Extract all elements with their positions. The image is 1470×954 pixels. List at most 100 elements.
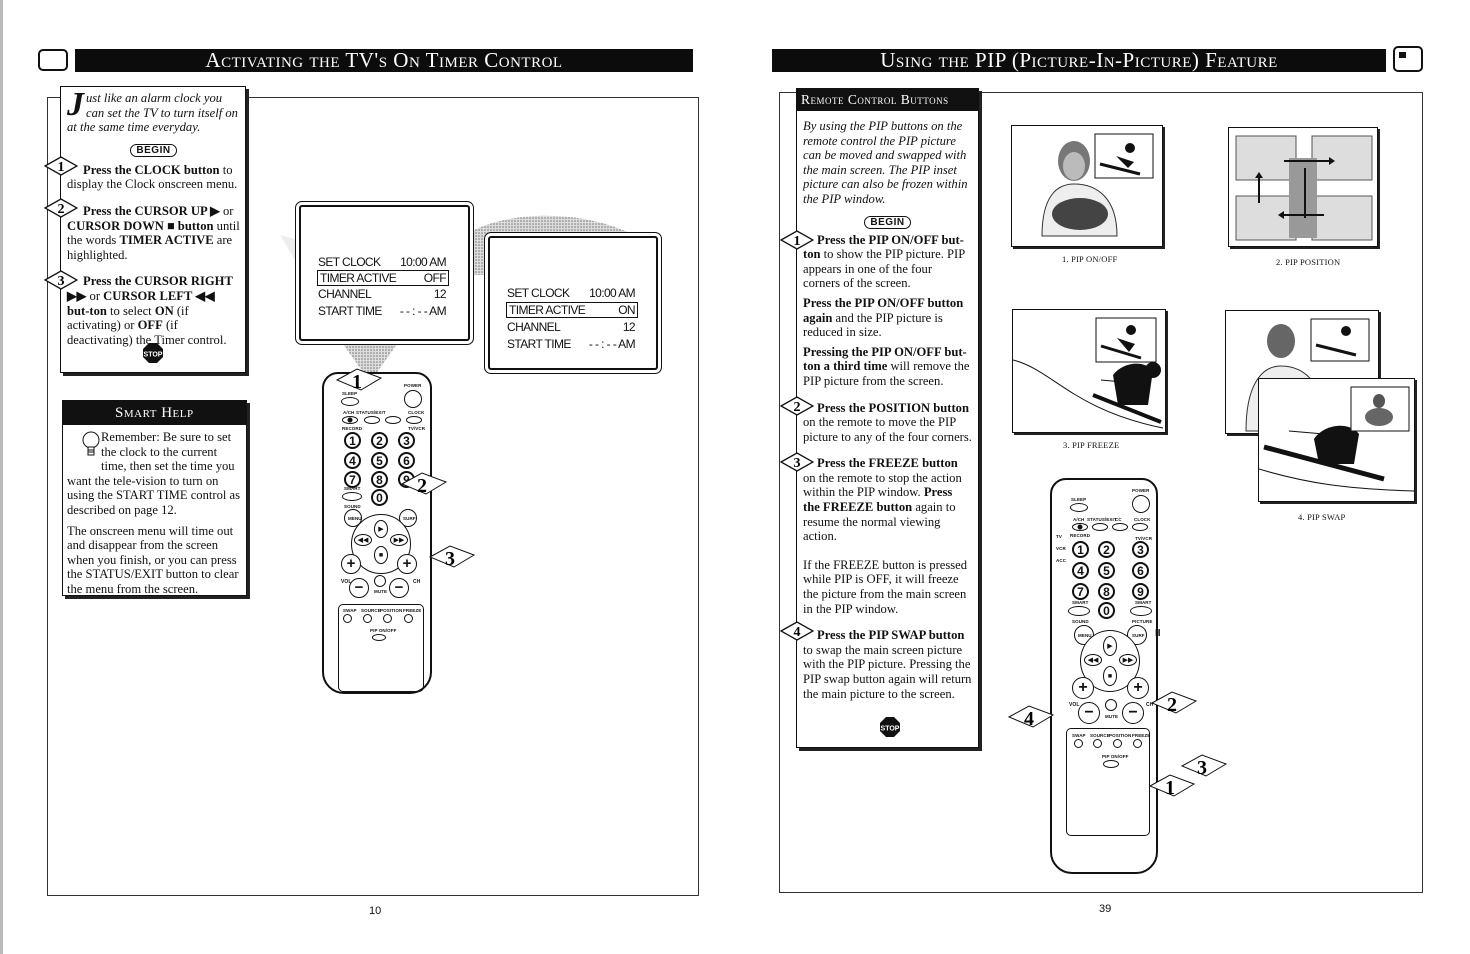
left-page-title: Activating the TV's On Timer Control bbox=[75, 49, 693, 72]
digit-2-button[interactable]: 2 bbox=[371, 432, 388, 449]
cursor-left-button[interactable]: ◀◀ bbox=[1084, 654, 1102, 666]
power-button[interactable] bbox=[404, 390, 422, 408]
digit-3-button[interactable]: 3 bbox=[398, 432, 415, 449]
channel-up-button[interactable]: + bbox=[1127, 677, 1149, 699]
digit-9-button[interactable]: 9 bbox=[1132, 583, 1149, 600]
cursor-right-button[interactable]: ▶▶ bbox=[390, 534, 408, 546]
digit-2-button[interactable]: 2 bbox=[1098, 541, 1115, 558]
digit-4-button[interactable]: 4 bbox=[1072, 562, 1089, 579]
digit-0-button[interactable]: 0 bbox=[1098, 602, 1115, 619]
digit-6-button[interactable]: 6 bbox=[1132, 562, 1149, 579]
smart-picture-button[interactable] bbox=[1130, 606, 1152, 616]
callout-2: 2 bbox=[400, 472, 448, 497]
cursor-up-button[interactable]: ▶ bbox=[374, 520, 388, 538]
cc-button[interactable] bbox=[385, 416, 401, 424]
freeze-button[interactable] bbox=[1133, 739, 1142, 748]
pip-onoff-figure bbox=[1011, 125, 1163, 247]
callout-3: 3 bbox=[428, 545, 476, 570]
clock-button[interactable] bbox=[406, 416, 422, 424]
ach-record-button[interactable] bbox=[342, 416, 358, 424]
ach-record-button[interactable] bbox=[1072, 523, 1088, 531]
digit-1-button[interactable]: 1 bbox=[344, 432, 361, 449]
tv-screen-after: SET CLOCK 10:00 AM TIMER ACTIVE ON CHANNEL… bbox=[488, 236, 658, 370]
channel-down-button[interactable]: − bbox=[1122, 702, 1144, 724]
svg-text:3: 3 bbox=[1197, 757, 1207, 779]
menu-row: CHANNEL 12 bbox=[507, 320, 636, 334]
clock-button[interactable] bbox=[1132, 523, 1148, 531]
callout-1: 1 bbox=[1148, 774, 1196, 799]
svg-text:1: 1 bbox=[794, 234, 801, 249]
lightbulb-icon bbox=[67, 430, 101, 462]
skier-illustration bbox=[1259, 386, 1414, 492]
figure-caption: 3. PIP FREEZE bbox=[1063, 440, 1120, 450]
svg-text:1: 1 bbox=[352, 371, 362, 393]
status-exit-button[interactable] bbox=[1092, 523, 1108, 531]
pip-position-figure bbox=[1228, 127, 1378, 247]
stop-icon: STOP bbox=[879, 716, 901, 738]
step-number-icon: 2 bbox=[780, 396, 814, 416]
step-2: Press the CURSOR UP ▶ or CURSOR DOWN ■ b… bbox=[67, 203, 240, 262]
cursor-down-button[interactable]: ■ bbox=[374, 546, 388, 564]
channel-up-button[interactable]: + bbox=[397, 554, 417, 574]
volume-up-button[interactable]: + bbox=[1072, 677, 1094, 699]
source-button[interactable] bbox=[363, 614, 372, 623]
digit-8-button[interactable]: 8 bbox=[1098, 583, 1115, 600]
svg-text:4: 4 bbox=[794, 625, 801, 640]
callout-1: 1 bbox=[335, 368, 383, 393]
pip-onoff-button[interactable] bbox=[1103, 760, 1119, 768]
menu-row: CHANNEL 12 bbox=[318, 287, 447, 301]
digit-1-button[interactable]: 1 bbox=[1072, 541, 1089, 558]
callout-4: 4 bbox=[1007, 705, 1055, 730]
pip-onoff-button[interactable] bbox=[372, 634, 386, 641]
step-number-icon: 1 bbox=[44, 156, 78, 176]
digit-7-button[interactable]: 7 bbox=[1072, 583, 1089, 600]
pip-swap-figure-front bbox=[1258, 378, 1415, 502]
smart-help-para-2: The onscreen menu will time out and disa… bbox=[67, 523, 239, 596]
mute-button[interactable] bbox=[374, 575, 386, 587]
remote-control-left: POWER SLEEP A/CH STATUS/EXIT CLOCK RECOR… bbox=[322, 372, 432, 694]
mute-button[interactable] bbox=[1105, 699, 1117, 711]
smart-sound-button[interactable] bbox=[1068, 606, 1090, 616]
intro-text: Just like an alarm clock you can set the… bbox=[67, 86, 238, 135]
figure-caption: 4. PIP SWAP bbox=[1298, 512, 1346, 522]
tv-icon bbox=[1393, 46, 1423, 72]
digit-5-button[interactable]: 5 bbox=[371, 452, 388, 469]
cursor-right-button[interactable]: ▶▶ bbox=[1119, 654, 1137, 666]
status-exit-button[interactable] bbox=[364, 416, 380, 424]
position-button[interactable] bbox=[383, 614, 392, 623]
step-number-icon: 3 bbox=[44, 270, 78, 290]
digit-5-button[interactable]: 5 bbox=[1098, 562, 1115, 579]
cursor-left-button[interactable]: ◀◀ bbox=[354, 534, 372, 546]
power-button[interactable] bbox=[1132, 495, 1150, 513]
digit-0-button[interactable]: 0 bbox=[371, 489, 388, 506]
position-button[interactable] bbox=[1113, 739, 1122, 748]
cursor-up-button[interactable]: ▶ bbox=[1103, 636, 1117, 656]
digit-6-button[interactable]: 6 bbox=[398, 452, 415, 469]
page-edge bbox=[0, 0, 3, 954]
volume-up-button[interactable]: + bbox=[341, 554, 361, 574]
intro-text: By using the PIP buttons on the remote c… bbox=[803, 119, 968, 206]
menu-row: START TIME - - : - - AM bbox=[507, 337, 636, 351]
freeze-button[interactable] bbox=[404, 614, 413, 623]
svg-text:2: 2 bbox=[1167, 694, 1177, 716]
smart-sound-button[interactable] bbox=[342, 492, 362, 501]
sleep-button[interactable] bbox=[1070, 503, 1088, 512]
page-number-right: 39 bbox=[1099, 903, 1112, 915]
swap-button[interactable] bbox=[343, 614, 352, 623]
tv-icon bbox=[38, 49, 68, 71]
volume-down-button[interactable]: − bbox=[349, 578, 369, 598]
channel-down-button[interactable]: − bbox=[389, 578, 409, 598]
cc-button[interactable] bbox=[1112, 523, 1128, 531]
sleep-button[interactable] bbox=[341, 397, 359, 406]
cursor-down-button[interactable]: ■ bbox=[1103, 666, 1117, 686]
volume-down-button[interactable]: − bbox=[1078, 702, 1100, 724]
swap-button[interactable] bbox=[1074, 739, 1083, 748]
remote-control-right: POWER SLEEP A/CH STATUS/EXIT CC CLOCK RE… bbox=[1050, 478, 1161, 874]
source-button[interactable] bbox=[1093, 739, 1102, 748]
pip-freeze-figure bbox=[1012, 309, 1166, 433]
digit-3-button[interactable]: 3 bbox=[1132, 541, 1149, 558]
section-title: Remote Control Buttons bbox=[797, 89, 978, 111]
digit-4-button[interactable]: 4 bbox=[344, 452, 361, 469]
smart-help-box: Smart Help Remember: Be sure to set the … bbox=[62, 400, 247, 596]
digit-8-button[interactable]: 8 bbox=[371, 471, 388, 488]
